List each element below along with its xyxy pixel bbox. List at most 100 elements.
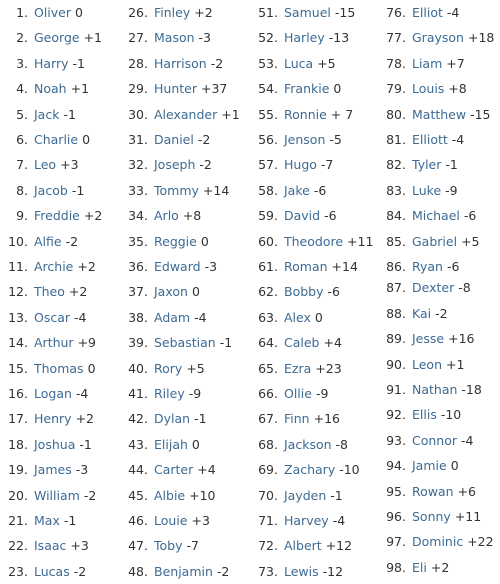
rank-change: 0 [87,360,96,376]
rank-change: +16 [313,411,340,427]
name-list-item: 80. Matthew -15 [384,102,490,127]
name-list-item: 77. Grayson +18 [384,25,494,50]
rank-change: -3 [198,30,211,46]
rank-number: 5. [16,106,28,122]
baby-name: Theo [34,284,65,300]
baby-name: Harry [34,55,69,71]
rank-change: +4 [197,462,216,478]
baby-name: Arthur [34,335,74,351]
name-list-item: 71. Harvey -4 [252,508,345,533]
rank-number: 22. [8,538,28,554]
rank-change: -3 [204,259,218,274]
name-list-item: 2. George +1 [4,25,102,50]
baby-name: Finn [284,411,310,427]
name-list-item: 20. William -2 [4,483,96,508]
rank-change: 0 [191,436,200,452]
name-list-item: 17. Henry +2 [4,406,94,431]
baby-name: Louie [154,513,188,528]
rank-change: -3 [75,462,89,478]
rank-number: 76. [386,5,406,20]
name-list-item: 22. Isaac +3 [4,533,89,558]
baby-name: Thomas [34,360,84,376]
rank-number: 98. [386,559,406,575]
name-list-item: 51. Samuel -15 [252,0,355,25]
rank-change: +16 [448,331,475,347]
baby-name: Elijah [154,436,188,452]
rank-change: -1 [219,335,233,351]
name-list-item: 59. David -6 [252,203,336,228]
rank-change: -2 [83,487,97,503]
baby-name: Roman [284,259,328,274]
rank-number: 72. [258,538,278,554]
rank-number: 45. [128,487,148,503]
rank-number: 83. [386,182,406,198]
rank-change: +1 [83,30,103,46]
rank-number: 59. [258,208,278,224]
rank-number: 6. [16,132,28,147]
rank-number: 48. [128,563,148,579]
name-list-item: 76. Elliot -4 [384,0,459,25]
rank-change: -9 [315,386,329,401]
name-list-item: 31. Daniel -2 [124,127,210,152]
rank-change: -6 [463,208,477,224]
baby-name: Connor [412,432,458,448]
baby-name: Ollie [284,386,312,401]
baby-name: Zachary [284,462,336,478]
name-list-item: 81. Elliott -4 [384,127,464,152]
baby-name: Dexter [412,280,455,296]
name-list-item: 10. Alfie -2 [4,229,78,254]
baby-name: Tommy [154,182,199,198]
baby-name: Oscar [34,309,71,325]
baby-name: Edward [154,259,201,274]
rank-number: 16. [8,386,28,401]
rank-change: -6 [327,284,340,300]
rank-number: 85. [386,233,406,249]
rank-change: -2 [73,563,87,579]
rank-change: +2 [75,411,94,427]
baby-name: Daniel [154,132,194,147]
baby-name: Harvey [284,513,329,528]
rank-change: +5 [317,55,336,71]
rank-change: +1 [221,106,240,122]
baby-name: Finley [154,5,191,20]
baby-name: Eli [412,559,427,575]
baby-name: Riley [154,386,185,401]
baby-name: Leon [412,356,443,372]
rank-change: +1 [70,81,90,97]
rank-number: 30. [128,106,148,122]
rank-number: 57. [258,157,278,173]
baby-name: Albie [154,487,186,503]
rank-change: +23 [315,360,342,376]
name-list-item: 95. Rowan +6 [384,479,476,504]
name-list-item: 78. Liam +7 [384,51,465,76]
baby-name: Alfie [34,233,62,249]
baby-name: Jackson [284,436,332,452]
rank-number: 20. [8,487,28,503]
name-list-item: 82. Tyler -1 [384,152,458,177]
rank-change: +3 [70,538,89,554]
rank-number: 28. [128,55,148,71]
name-list-item: 15. Thomas 0 [4,356,96,381]
rank-change: -7 [186,538,199,554]
rank-number: 51. [258,5,278,20]
rank-number: 95. [386,483,406,499]
rank-change: +5 [461,233,480,249]
rank-number: 27. [128,30,148,46]
rank-change: -18 [461,382,482,397]
baby-name: Ezra [284,360,312,376]
name-list-item: 88. Kai -2 [384,301,447,326]
rank-number: 37. [128,284,148,300]
baby-name: Elliot [412,5,443,20]
rank-number: 90. [386,356,406,372]
rank-number: 35. [128,233,148,249]
name-list-item: 96. Sonny +11 [384,504,481,529]
baby-name: Leo [34,157,57,173]
rank-change: -8 [335,436,349,452]
rank-number: 15. [8,360,28,376]
name-list-item: 43. Elijah 0 [124,432,200,457]
baby-name: Freddie [34,208,80,224]
name-list-item: 38. Adam -4 [124,305,206,330]
name-list-item: 47. Toby -7 [124,533,199,558]
baby-name: Dominic [412,534,464,550]
rank-number: 96. [386,509,406,524]
